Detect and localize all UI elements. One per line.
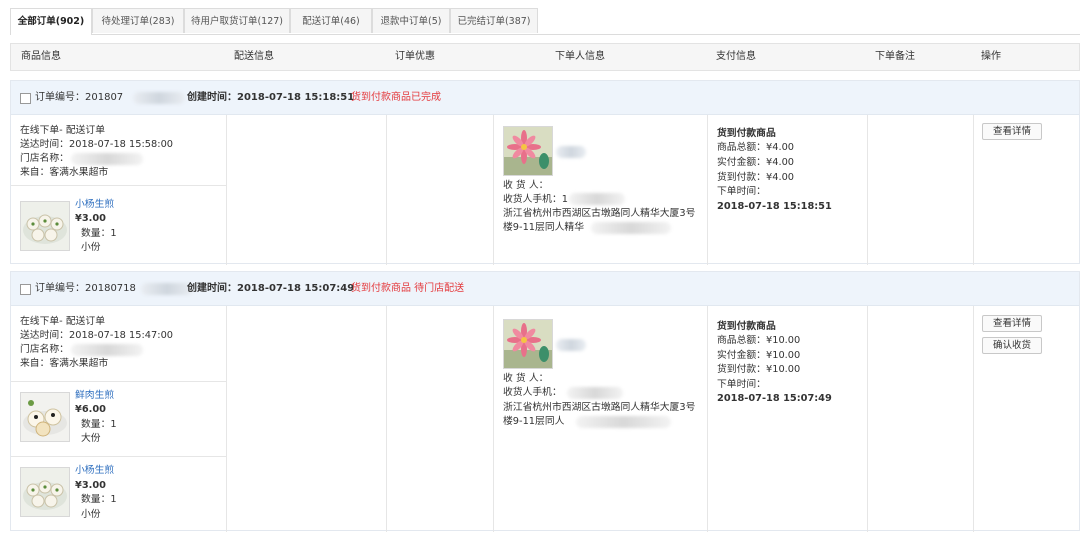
payment-type: 货到付款商品	[717, 128, 776, 139]
tab-refunding-orders[interactable]: 退款中订单(5)	[372, 8, 450, 33]
order-checkbox[interactable]	[20, 284, 31, 295]
product-spec: 小份	[81, 509, 101, 520]
view-details-button[interactable]: 查看详情	[982, 123, 1042, 140]
order-number: 订单编号：20180718	[35, 283, 136, 294]
order-created-time: 创建时间：2018-07-18 15:07:49	[187, 283, 355, 294]
product-quantity: 数量：1	[81, 494, 117, 505]
tab-completed-orders[interactable]: 已完结订单(387)	[450, 8, 538, 33]
tab-delivery-orders[interactable]: 配送订单(46)	[290, 8, 372, 33]
payment-total: 商品总额：¥4.00	[717, 142, 795, 153]
receiver-label: 收 货 人：	[503, 373, 549, 384]
confirm-receipt-button[interactable]: 确认收货	[982, 337, 1042, 354]
payment-actual: 实付金额：¥10.00	[717, 350, 801, 361]
col-product: 商品信息	[21, 51, 61, 62]
col-payment: 支付信息	[716, 51, 756, 62]
product-quantity: 数量：1	[81, 419, 117, 430]
receiver-address-line2: 楼9-11层同人	[503, 416, 565, 427]
product-name[interactable]: 小杨生煎	[75, 464, 114, 478]
product-quantity: 数量：1	[81, 228, 117, 239]
buyer-avatar	[503, 126, 553, 176]
col-actions: 操作	[981, 51, 1001, 62]
column-header: 商品信息 配送信息 订单优惠 下单人信息 支付信息 下单备注 操作	[10, 43, 1080, 71]
order-card: 订单编号：201807 创建时间：2018-07-18 15:18:51 货到付…	[10, 80, 1080, 265]
payment-actual: 实付金额：¥4.00	[717, 157, 795, 168]
order-number: 订单编号：201807	[35, 92, 124, 103]
tab-pickup-orders[interactable]: 待用户取货订单(127)	[184, 8, 290, 33]
order-card: 订单编号：20180718 创建时间：2018-07-18 15:07:49 货…	[10, 271, 1080, 532]
payment-cod: 货到付款：¥4.00	[717, 172, 795, 183]
tab-pending-orders[interactable]: 待处理订单(283)	[92, 8, 184, 33]
order-time-label: 下单时间：	[717, 186, 766, 197]
order-header: 订单编号：201807 创建时间：2018-07-18 15:18:51 货到付…	[11, 81, 1079, 115]
product-spec: 大份	[81, 433, 101, 444]
product-thumbnail	[20, 201, 70, 251]
order-time: 2018-07-18 15:18:51	[717, 201, 832, 212]
product-name[interactable]: 鲜肉生煎	[75, 389, 114, 403]
product-thumbnail	[20, 467, 70, 517]
order-header: 订单编号：20180718 创建时间：2018-07-18 15:07:49 货…	[11, 272, 1079, 306]
payment-cod: 货到付款：¥10.00	[717, 364, 801, 375]
tab-all-orders[interactable]: 全部订单(902)	[10, 8, 92, 35]
receiver-address-line1: 浙江省杭州市西湖区古墩路同人精华大厦3号	[503, 208, 696, 219]
store-name: 门店名称：	[20, 344, 69, 355]
view-details-button[interactable]: 查看详情	[982, 315, 1042, 332]
order-status: 货到付款商品 待门店配送	[351, 283, 465, 294]
col-delivery: 配送信息	[234, 51, 274, 62]
receiver-label: 收 货 人：	[503, 180, 549, 191]
order-time-label: 下单时间：	[717, 379, 766, 390]
product-spec: 小份	[81, 242, 101, 253]
order-type: 在线下单- 配送订单	[20, 316, 106, 327]
order-time: 2018-07-18 15:07:49	[717, 393, 832, 404]
receiver-phone: 收货人手机：1	[503, 194, 569, 205]
col-discount: 订单优惠	[395, 51, 435, 62]
product-name[interactable]: 小杨生煎	[75, 198, 114, 212]
order-source: 来自：客满水果超市	[20, 167, 109, 178]
product-price: ¥3.00	[75, 213, 106, 224]
order-status: 货到付款商品已完成	[351, 92, 441, 103]
order-created-time: 创建时间：2018-07-18 15:18:51	[187, 92, 355, 103]
buyer-avatar	[503, 319, 553, 369]
store-name: 门店名称：	[20, 153, 69, 164]
receiver-address-line2: 楼9-11层同人精华	[503, 222, 585, 233]
delivery-time: 送达时间：2018-07-18 15:47:00	[20, 330, 174, 341]
order-type: 在线下单- 配送订单	[20, 125, 106, 136]
payment-type: 货到付款商品	[717, 321, 776, 332]
col-buyer: 下单人信息	[555, 51, 605, 62]
product-price: ¥3.00	[75, 480, 106, 491]
product-price: ¥6.00	[75, 404, 106, 415]
product-thumbnail	[20, 392, 70, 442]
payment-total: 商品总额：¥10.00	[717, 335, 801, 346]
order-tabs: 全部订单(902) 待处理订单(283) 待用户取货订单(127) 配送订单(4…	[10, 8, 1080, 35]
order-source: 来自：客满水果超市	[20, 358, 109, 369]
receiver-address-line1: 浙江省杭州市西湖区古墩路同人精华大厦3号	[503, 402, 696, 413]
col-remark: 下单备注	[875, 51, 915, 62]
order-checkbox[interactable]	[20, 93, 31, 104]
delivery-time: 送达时间：2018-07-18 15:58:00	[20, 139, 174, 150]
receiver-phone: 收货人手机：	[503, 387, 562, 398]
